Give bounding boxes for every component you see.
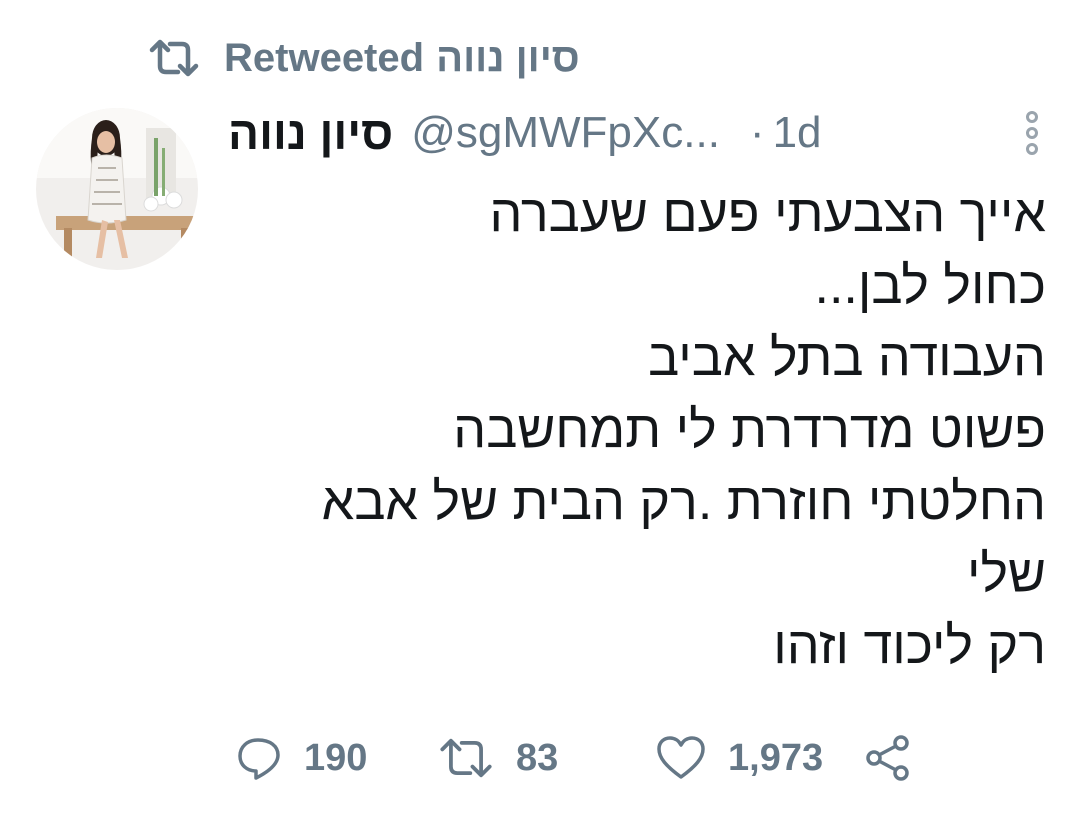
retweet-icon (149, 39, 199, 77)
reply-icon (238, 738, 280, 780)
tweet-line: שלי (966, 545, 1046, 603)
tweet-header: סיון נווה @sgMWFpXc... · 1d (228, 100, 1048, 166)
retweet-button[interactable]: 83 (438, 728, 558, 788)
like-button[interactable]: 1,973 (656, 728, 823, 788)
retweet-banner: Retweeted סיון נווה (148, 30, 580, 86)
retweeter-name[interactable]: סיון נווה (436, 36, 580, 81)
action-bar: 190 83 1,973 (228, 728, 928, 788)
tweet-line: אייך הצבעתי פעם שעברה (489, 185, 1046, 243)
reply-count: 190 (304, 736, 368, 779)
time-separator: · (749, 108, 765, 157)
retweet-icon (440, 738, 492, 778)
like-count: 1,973 (728, 736, 824, 779)
tweet-line: החלטתי חוזרת .רק הבית של אבא (321, 473, 1046, 531)
avatar[interactable] (36, 108, 198, 270)
more-options-icon[interactable] (1020, 108, 1044, 158)
author-display-name[interactable]: סיון נווה (228, 106, 393, 160)
share-button[interactable] (864, 728, 912, 788)
reply-button[interactable]: 190 (236, 728, 367, 788)
tweet-text: אייך הצבעתי פעם שעברה כחול לבן... העבודה… (228, 178, 1046, 682)
share-icon (866, 735, 909, 781)
tweet-time[interactable]: 1d (773, 108, 822, 158)
tweet-line: כחול לבן... (814, 257, 1047, 315)
tweet-line: רק ליכוד וזהו (773, 617, 1046, 675)
tweet-line: העבודה בתל אביב (648, 329, 1046, 387)
profile-photo (36, 108, 198, 270)
retweet-count: 83 (516, 736, 559, 779)
heart-icon (657, 736, 705, 779)
author-handle[interactable]: @sgMWFpXc... (411, 108, 720, 158)
retweet-label: Retweeted (224, 35, 425, 80)
tweet-line: פשוט מדרדרת לי תמחשבה (453, 401, 1046, 459)
